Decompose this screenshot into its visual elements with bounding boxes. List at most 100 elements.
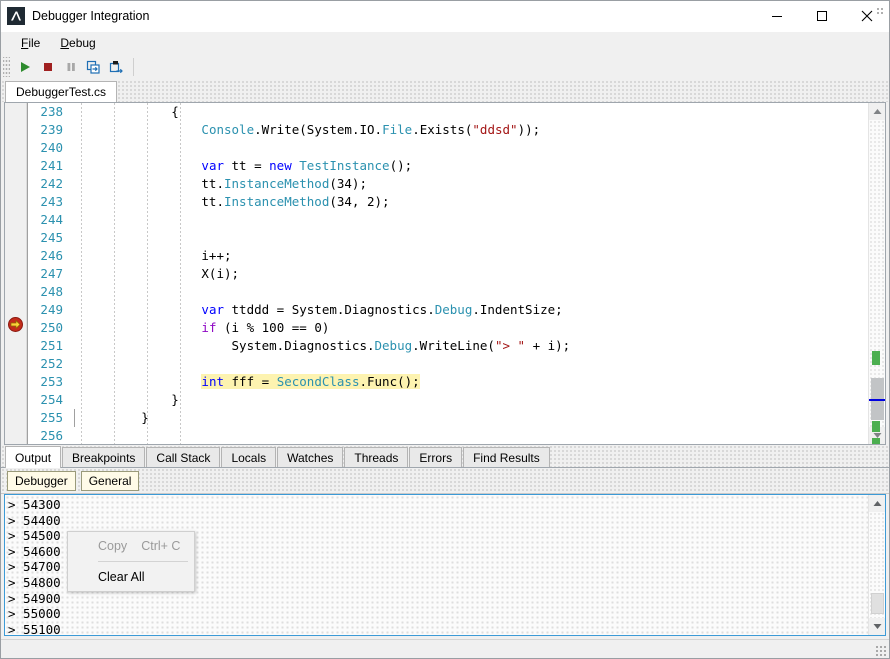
line-number: 246	[40, 248, 63, 263]
maximize-button[interactable]	[799, 1, 844, 32]
panel-tab-label: Find Results	[473, 450, 540, 465]
code-line[interactable]: 243 tt.InstanceMethod(34, 2);	[27, 193, 868, 211]
code-line[interactable]: 248	[27, 283, 868, 301]
panel-tab-label: Watches	[287, 450, 334, 465]
code-line[interactable]: 252	[27, 355, 868, 373]
line-number: 256	[40, 428, 63, 443]
line-number: 251	[40, 338, 63, 353]
panel-tab-find-results[interactable]: Find Results	[463, 447, 550, 467]
breakpoint-margin[interactable]	[5, 103, 27, 444]
stop-button[interactable]	[36, 56, 59, 78]
output-vertical-scrollbar[interactable]	[868, 495, 885, 635]
panel-tab-label: Locals	[231, 450, 267, 465]
code-line-text: var tt = new TestInstance();	[201, 158, 413, 173]
window-title: Debugger Integration	[32, 9, 150, 23]
code-line[interactable]: 244	[27, 211, 868, 229]
line-number: 250	[40, 320, 63, 335]
code-line[interactable]: 247 X(i);	[27, 265, 868, 283]
document-tab-label: DebuggerTest.cs	[16, 85, 107, 99]
code-line-text: var ttddd = System.Diagnostics.Debug.Ind…	[201, 302, 563, 317]
panel-tab-label: Call Stack	[156, 450, 211, 465]
panel-tab-output[interactable]: Output	[5, 446, 62, 468]
step-over-button[interactable]	[105, 56, 128, 78]
output-line: > 55000	[8, 606, 61, 622]
line-number: 248	[40, 284, 63, 299]
code-line-text: }	[81, 410, 149, 425]
line-number: 255	[40, 410, 63, 425]
line-number: 238	[40, 104, 63, 119]
change-marker	[872, 421, 880, 432]
code-line[interactable]: 245	[27, 229, 868, 247]
scroll-up-arrow-icon[interactable]	[869, 103, 885, 120]
code-lines: 238 {239 Console.Write(System.IO.File.Ex…	[27, 103, 868, 444]
code-text-area[interactable]: 238 {239 Console.Write(System.IO.File.Ex…	[27, 103, 868, 444]
context-menu-item-label: Clear All	[98, 570, 145, 584]
minimize-button[interactable]	[754, 1, 799, 32]
code-editor: 238 {239 Console.Write(System.IO.File.Ex…	[4, 102, 886, 445]
editor-scroll-track[interactable]	[869, 120, 885, 444]
code-line[interactable]: 250 if (i % 100 == 0)	[27, 319, 868, 337]
panel-grip-dots[interactable]	[876, 7, 884, 15]
output-scroll-up-arrow-icon[interactable]	[869, 495, 885, 512]
panel-tab-bar: Output Breakpoints Call Stack Locals Watches…	[1, 445, 889, 468]
code-line[interactable]: 238 {	[27, 103, 868, 121]
pause-button[interactable]	[59, 56, 82, 78]
line-number: 253	[40, 374, 63, 389]
bottom-panel: Output Breakpoints Call Stack Locals Watches…	[1, 7, 889, 639]
context-menu-item-copy: Copy Ctrl+ C	[68, 534, 194, 558]
output-source-general-button[interactable]: General	[80, 470, 140, 491]
code-line-text: System.Diagnostics.Debug.WriteLine("> " …	[81, 338, 571, 353]
change-marker	[872, 438, 880, 444]
panel-tab-locals[interactable]: Locals	[221, 447, 277, 467]
output-scroll-thumb[interactable]	[871, 592, 884, 614]
panel-tab-threads[interactable]: Threads	[344, 447, 409, 467]
code-line[interactable]: 241 var tt = new TestInstance();	[27, 157, 868, 175]
continue-button[interactable]	[13, 56, 36, 78]
toolbar-grip[interactable]	[3, 57, 10, 77]
panel-tab-breakpoints[interactable]: Breakpoints	[62, 447, 146, 467]
output-scroll-track[interactable]	[869, 512, 885, 618]
app-lambda-icon	[7, 7, 25, 25]
output-context-menu[interactable]: Copy Ctrl+ C Clear All	[67, 531, 196, 592]
code-line[interactable]: 251 System.Diagnostics.Debug.WriteLine("…	[27, 337, 868, 355]
code-line[interactable]: 242 tt.InstanceMethod(34);	[27, 175, 868, 193]
code-line[interactable]: 253 int fff = SecondClass.Func();	[27, 373, 868, 391]
panel-tab-label: Errors	[419, 450, 453, 465]
code-line[interactable]: 254 }	[27, 391, 868, 409]
context-menu-item-clear-all[interactable]: Clear All	[68, 565, 194, 589]
menu-file[interactable]: File	[11, 34, 50, 52]
output-line: > 55100	[8, 621, 61, 635]
code-line[interactable]: 256	[27, 427, 868, 444]
code-line[interactable]: 246 i++;	[27, 247, 868, 265]
debug-toolbar	[1, 54, 889, 80]
line-number: 243	[40, 194, 63, 209]
breakpoint-current-statement-icon[interactable]	[8, 317, 23, 332]
panel-tab-watches[interactable]: Watches	[277, 447, 344, 467]
fold-guide-line	[67, 409, 81, 427]
panel-tab-errors[interactable]: Errors	[409, 447, 463, 467]
panel-tab-label: Breakpoints	[72, 450, 136, 465]
panel-tab-call-stack[interactable]: Call Stack	[146, 447, 221, 467]
code-line-text: tt.InstanceMethod(34);	[81, 176, 367, 191]
menu-debug[interactable]: Debug	[50, 34, 105, 52]
context-menu-item-label: Copy	[98, 539, 128, 553]
output-source-bar: Debugger General	[1, 7, 889, 494]
code-line[interactable]: 240	[27, 139, 868, 157]
editor-vertical-scrollbar[interactable]	[868, 103, 885, 444]
code-line[interactable]: 255 }	[27, 409, 868, 427]
code-line-text: }	[81, 392, 179, 407]
code-line[interactable]: 239 Console.Write(System.IO.File.Exists(…	[27, 121, 868, 139]
code-line[interactable]: 249 var ttddd = System.Diagnostics.Debug…	[27, 301, 868, 319]
line-number: 242	[40, 176, 63, 191]
panel-tab-label: Threads	[354, 450, 399, 465]
document-tab-debuggertest[interactable]: DebuggerTest.cs	[5, 81, 118, 102]
code-line-text: if (i % 100 == 0)	[201, 320, 330, 335]
panel-tab-label: Output	[15, 450, 52, 465]
output-scroll-down-arrow-icon[interactable]	[869, 618, 885, 635]
output-source-debugger-button[interactable]: Debugger	[7, 470, 76, 491]
line-number: 240	[40, 140, 63, 155]
step-into-button[interactable]	[82, 56, 105, 78]
window-resize-grip[interactable]	[875, 645, 887, 657]
close-button[interactable]	[844, 1, 889, 32]
menu-bar: File Debug	[1, 32, 889, 54]
